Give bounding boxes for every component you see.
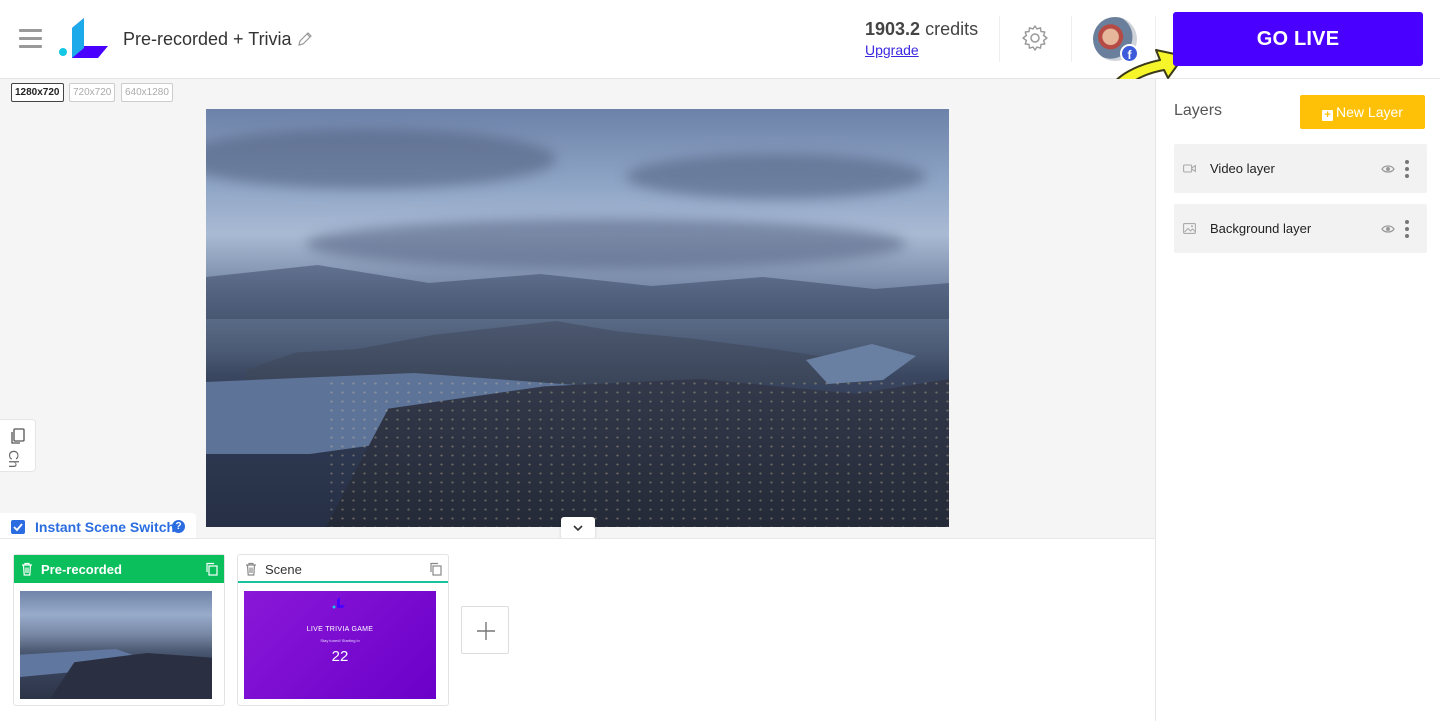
layer-item-video[interactable]: Video layer <box>1174 144 1427 193</box>
layers-title: Layers <box>1174 102 1223 119</box>
chat-icon <box>11 428 25 444</box>
plus-icon: + <box>1322 109 1334 121</box>
scene-header: Pre-recorded <box>14 555 224 583</box>
eye-icon[interactable] <box>1381 224 1395 234</box>
pencil-edit-icon[interactable] <box>297 31 313 47</box>
scene-card-scene[interactable]: Scene LIVE TRIVIA GAME Stay tuned! Start… <box>237 554 449 706</box>
layers-panel: Layers + New Layer Video layer Background… <box>1155 79 1440 721</box>
hamburger-menu-icon[interactable] <box>19 29 42 49</box>
add-scene-button[interactable] <box>461 606 509 654</box>
upgrade-link[interactable]: Upgrade <box>865 42 919 58</box>
kebab-menu-icon[interactable] <box>1404 220 1410 238</box>
trivia-subtitle: Stay tuned! Starting in <box>320 638 360 643</box>
duplicate-icon[interactable] <box>205 562 218 576</box>
trivia-countdown: 22 <box>331 648 349 665</box>
cloud <box>626 154 926 199</box>
app: Pre-recorded + Trivia 1903.2 credits Upg… <box>0 0 1440 721</box>
resolution-640x1280-button[interactable]: 640x1280 <box>121 83 173 102</box>
credits-value: 1903.2 <box>865 19 921 39</box>
gear-icon[interactable] <box>1021 24 1049 52</box>
scene-header: Scene <box>238 555 448 583</box>
chat-side-tab[interactable]: Ch <box>0 419 36 472</box>
video-camera-icon <box>1183 164 1196 173</box>
go-live-button[interactable]: GO LIVE <box>1173 12 1423 66</box>
app-logo <box>59 18 108 58</box>
help-icon[interactable]: ? <box>172 520 185 533</box>
instant-scene-switch: Instant Scene Switch ? <box>0 513 196 540</box>
new-layer-button[interactable]: + New Layer <box>1300 95 1425 129</box>
scene-name: Pre-recorded <box>41 562 122 577</box>
trash-icon[interactable] <box>21 562 33 576</box>
layer-name: Video layer <box>1210 161 1275 176</box>
scenes-strip: Pre-recorded Scene LIVE TRIVIA GAME Stay… <box>0 538 1155 721</box>
cloud <box>306 219 906 269</box>
checkmark-icon <box>13 523 23 532</box>
scene-thumbnail: LIVE TRIVIA GAME Stay tuned! Starting in… <box>244 591 436 699</box>
top-bar: Pre-recorded + Trivia 1903.2 credits Upg… <box>0 0 1440 103</box>
cloud <box>206 129 556 189</box>
scene-card-pre-recorded[interactable]: Pre-recorded <box>13 554 225 706</box>
stage-area: 1280x720 720x720 640x1280 Ch <box>0 79 1155 539</box>
divider <box>1071 16 1072 62</box>
instant-scene-switch-label[interactable]: Instant Scene Switch <box>35 519 175 535</box>
trash-icon[interactable] <box>245 562 257 576</box>
divider <box>999 16 1000 62</box>
collapse-scenes-button[interactable] <box>561 517 595 539</box>
instant-scene-switch-checkbox[interactable] <box>11 520 25 534</box>
duplicate-icon[interactable] <box>429 562 442 576</box>
city-skyline <box>246 321 866 384</box>
layer-item-background[interactable]: Background layer <box>1174 204 1427 253</box>
project-title: Pre-recorded + Trivia <box>123 29 292 49</box>
trivia-title: LIVE TRIVIA GAME <box>306 626 374 633</box>
chevron-down-icon <box>573 525 583 532</box>
resolution-1280x720-button[interactable]: 1280x720 <box>11 83 64 102</box>
new-layer-label: New Layer <box>1336 103 1403 120</box>
scene-name: Scene <box>265 562 302 577</box>
water <box>806 344 916 384</box>
layer-name: Background layer <box>1210 221 1312 236</box>
image-icon <box>1183 223 1196 234</box>
credits-unit: credits <box>925 19 979 39</box>
app-logo <box>332 597 345 609</box>
plus-icon <box>477 622 495 640</box>
city-lights <box>326 379 949 527</box>
side-tab-label: Ch <box>6 450 22 468</box>
kebab-menu-icon[interactable] <box>1404 160 1410 178</box>
resolution-720x720-button[interactable]: 720x720 <box>69 83 116 102</box>
stage-preview[interactable] <box>206 109 949 527</box>
eye-icon[interactable] <box>1381 164 1395 174</box>
scene-thumbnail <box>20 591 212 699</box>
credits-display: 1903.2 credits <box>865 19 978 40</box>
